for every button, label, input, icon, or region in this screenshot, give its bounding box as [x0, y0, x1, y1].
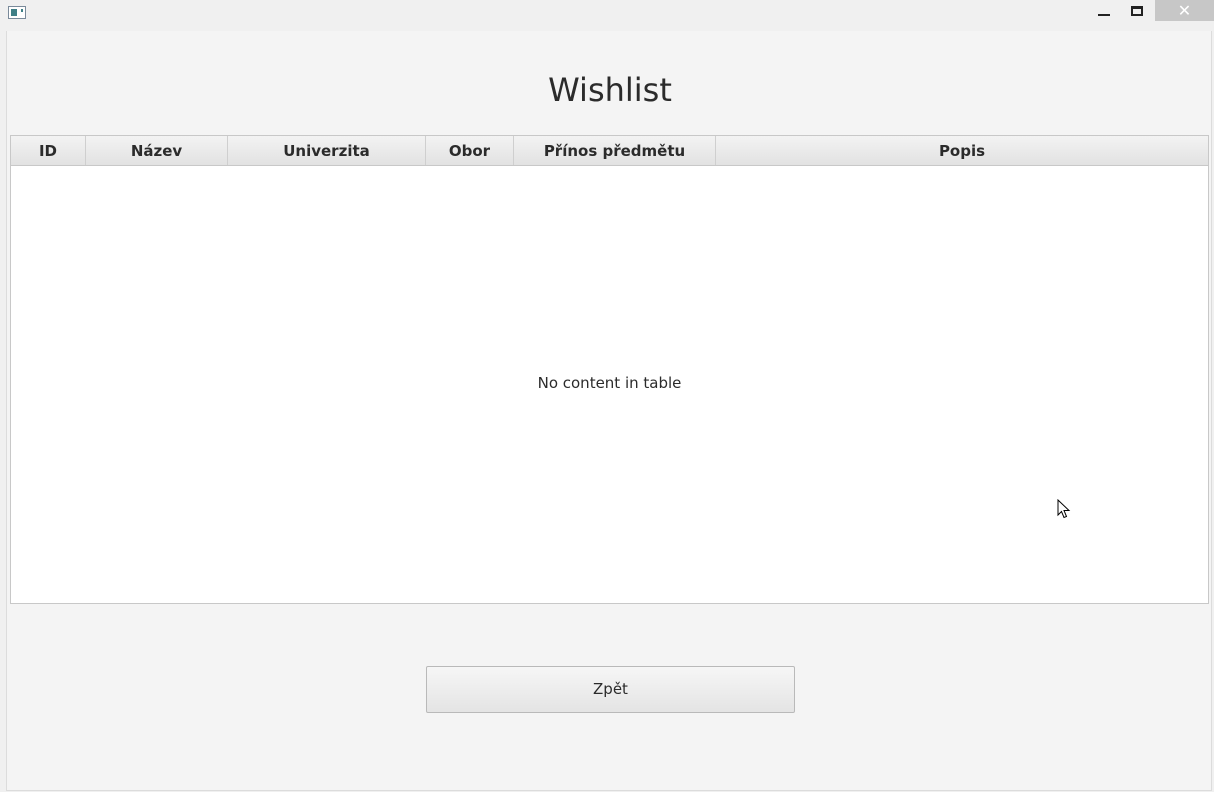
column-header-prinos-predmetu[interactable]: Přínos předmětu	[514, 136, 716, 165]
maximize-button[interactable]	[1121, 0, 1153, 21]
column-header-univerzita[interactable]: Univerzita	[228, 136, 426, 165]
app-window: ✕ Wishlist ID Název Univerzita Obor Přín…	[0, 0, 1214, 792]
column-header-popis[interactable]: Popis	[716, 136, 1208, 165]
column-header-nazev[interactable]: Název	[86, 136, 228, 165]
back-button[interactable]: Zpět	[426, 666, 795, 713]
table-header: ID Název Univerzita Obor Přínos předmětu…	[11, 136, 1208, 166]
column-header-obor[interactable]: Obor	[426, 136, 514, 165]
close-button[interactable]: ✕	[1155, 0, 1214, 21]
minimize-button[interactable]	[1088, 0, 1120, 21]
close-icon: ✕	[1177, 2, 1192, 20]
table-body[interactable]: No content in table	[11, 166, 1208, 603]
column-header-id[interactable]: ID	[11, 136, 86, 165]
mouse-cursor-icon	[1057, 499, 1071, 519]
content-area: Wishlist ID Název Univerzita Obor Přínos…	[6, 31, 1212, 791]
app-icon[interactable]	[8, 6, 26, 19]
page-title: Wishlist	[548, 71, 672, 109]
maximize-icon	[1131, 5, 1143, 16]
empty-table-placeholder: No content in table	[537, 374, 682, 392]
wishlist-table[interactable]: ID Název Univerzita Obor Přínos předmětu…	[10, 135, 1209, 604]
minimize-icon	[1098, 13, 1110, 16]
title-bar[interactable]: ✕	[0, 0, 1214, 31]
